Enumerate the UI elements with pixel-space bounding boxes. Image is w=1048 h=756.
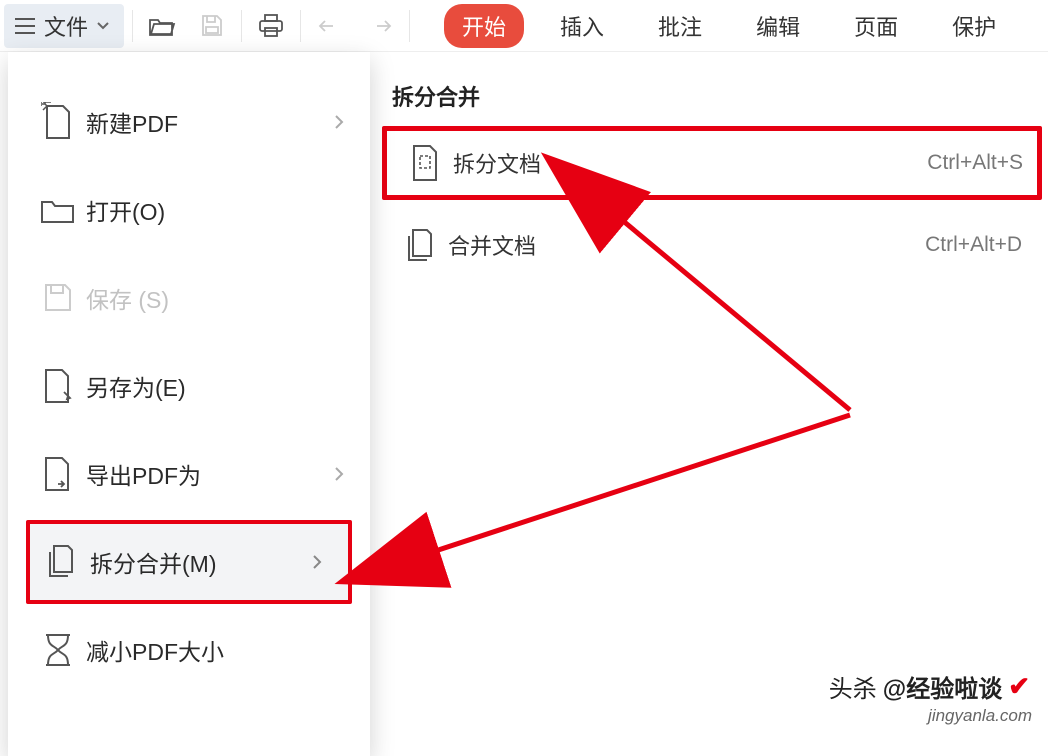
tab-edit[interactable]: 编辑 <box>738 4 818 48</box>
redo-button-disabled <box>357 4 403 48</box>
menu-save-as[interactable]: 另存为(E) <box>8 344 370 428</box>
chevron-right-icon <box>334 461 354 488</box>
menu-new-pdf[interactable]: 新建PDF <box>8 80 370 164</box>
split-doc-icon <box>406 142 444 184</box>
submenu-title: 拆分合并 <box>376 80 1048 126</box>
menu-label: 减小PDF大小 <box>86 633 354 667</box>
tab-annotate[interactable]: 批注 <box>640 4 720 48</box>
split-merge-submenu: 拆分合并 拆分文档 Ctrl+Alt+S 合并文档 Ctrl+Alt+D <box>376 60 1048 322</box>
documents-stack-icon <box>44 542 80 582</box>
menu-label: 打开(O) <box>86 193 354 227</box>
file-menu-button[interactable]: 文件 <box>4 4 124 48</box>
toolbar: 文件 开始 插入 批注 编辑 <box>0 0 1048 52</box>
submenu-split-doc[interactable]: 拆分文档 Ctrl+Alt+S <box>382 126 1042 200</box>
print-button[interactable] <box>248 4 294 48</box>
watermark-site: jingyanla.com <box>928 706 1032 726</box>
file-dropdown: 新建PDF 打开(O) 保存 (S) 另存为(E) <box>8 52 370 756</box>
export-icon <box>40 454 76 494</box>
chevron-down-icon <box>96 21 110 31</box>
menu-split-merge[interactable]: 拆分合并(M) <box>26 520 352 604</box>
hamburger-icon <box>14 17 36 35</box>
new-file-icon <box>41 102 75 142</box>
menu-label: 保存 (S) <box>86 281 354 315</box>
submenu-label: 合并文档 <box>448 229 925 261</box>
merge-doc-icon <box>401 224 439 266</box>
watermark-prefix: 头杀 <box>829 669 877 704</box>
tab-insert[interactable]: 插入 <box>542 4 622 48</box>
file-menu-label: 文件 <box>44 10 88 42</box>
menu-save-disabled: 保存 (S) <box>8 256 370 340</box>
save-as-icon <box>40 366 76 406</box>
keyboard-shortcut: Ctrl+Alt+D <box>925 233 1022 257</box>
save-button-disabled <box>189 4 235 48</box>
watermark-handle: @经验啦谈 <box>883 669 1002 704</box>
submenu-merge-doc[interactable]: 合并文档 Ctrl+Alt+D <box>376 208 1048 282</box>
menu-open[interactable]: 打开(O) <box>8 168 370 252</box>
menu-label: 新建PDF <box>86 105 334 139</box>
keyboard-shortcut: Ctrl+Alt+S <box>927 151 1023 175</box>
menu-label: 拆分合并(M) <box>90 545 312 579</box>
save-icon <box>199 13 225 39</box>
chevron-right-icon <box>334 109 354 136</box>
folder-icon <box>39 194 77 226</box>
menu-label: 导出PDF为 <box>86 457 334 491</box>
check-icon: ✔ <box>1008 671 1030 702</box>
folder-open-icon <box>148 14 176 38</box>
separator <box>132 10 133 42</box>
menu-label: 另存为(E) <box>86 369 354 403</box>
tab-start[interactable]: 开始 <box>444 4 524 48</box>
submenu-label: 拆分文档 <box>453 147 927 179</box>
open-folder-button[interactable] <box>139 4 185 48</box>
compress-icon <box>40 631 76 669</box>
undo-button-disabled <box>307 4 353 48</box>
separator <box>241 10 242 42</box>
tab-protect[interactable]: 保护 <box>934 4 1014 48</box>
chevron-right-icon <box>312 549 332 576</box>
separator <box>300 10 301 42</box>
menu-reduce-size[interactable]: 减小PDF大小 <box>8 608 370 692</box>
print-icon <box>257 13 285 39</box>
save-icon <box>41 281 75 315</box>
watermark-author: 头杀 @经验啦谈 ✔ <box>829 669 1030 704</box>
separator <box>409 10 410 42</box>
undo-icon <box>317 15 343 37</box>
redo-icon <box>367 15 393 37</box>
tab-page[interactable]: 页面 <box>836 4 916 48</box>
menu-export-pdf[interactable]: 导出PDF为 <box>8 432 370 516</box>
ribbon-tabs: 开始 插入 批注 编辑 页面 保护 <box>444 4 1014 48</box>
